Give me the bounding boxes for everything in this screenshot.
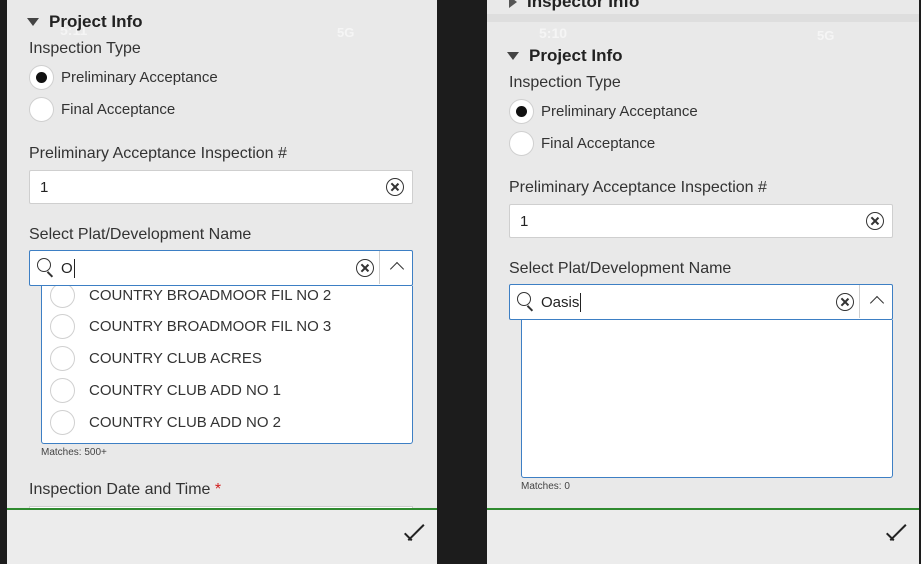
radio-selected-icon xyxy=(509,99,534,124)
inspection-number-value: 1 xyxy=(520,213,529,230)
list-item-label: COUNTRY CLUB ACRES xyxy=(89,349,262,367)
divider xyxy=(859,285,860,318)
plat-label: Select Plat/Development Name xyxy=(509,260,732,277)
radio-preliminary[interactable]: Preliminary Acceptance xyxy=(509,99,698,124)
plat-label: Select Plat/Development Name xyxy=(29,226,252,243)
clear-search-icon[interactable] xyxy=(356,259,374,277)
list-item[interactable]: COUNTRY BROADMOOR FIL NO 3 xyxy=(42,310,331,342)
list-item[interactable]: COUNTRY BROADMOOR FIL NO 2 xyxy=(42,286,331,311)
submit-bar xyxy=(7,508,437,564)
inspection-date-label: Inspection Date and Time * xyxy=(29,481,221,499)
radio-selected-icon xyxy=(29,65,54,90)
radio-preliminary[interactable]: Preliminary Acceptance xyxy=(29,65,218,90)
search-input[interactable]: O xyxy=(61,259,75,278)
list-item[interactable]: COUNTRY CLUB ACRES xyxy=(42,342,262,374)
section-title: Project Info xyxy=(49,12,143,31)
submit-bar xyxy=(487,508,919,564)
project-info-header[interactable]: Project Info xyxy=(7,12,143,32)
clear-icon[interactable] xyxy=(386,178,404,196)
radio-final[interactable]: Final Acceptance xyxy=(29,97,175,122)
submit-check-icon[interactable] xyxy=(883,524,907,546)
left-screen: 5:11 5G Project Info Inspection Type Pre… xyxy=(7,0,437,564)
prev-section-title: Inspector Info xyxy=(527,0,640,11)
inspector-info-header[interactable]: Inspector Info xyxy=(509,0,639,12)
required-mark: * xyxy=(214,481,222,498)
list-item[interactable]: COUNTRY CLUB ADD NO 2 xyxy=(42,406,281,438)
list-item-label: COUNTRY BROADMOOR FIL NO 3 xyxy=(89,317,332,335)
status-signal: 5G xyxy=(337,25,355,40)
inspection-number-label: Preliminary Acceptance Inspection # xyxy=(29,145,287,162)
matches-count: Matches: 500+ xyxy=(41,447,107,458)
results-list[interactable] xyxy=(521,320,893,478)
expand-triangle-icon xyxy=(509,0,517,8)
collapse-triangle-icon xyxy=(27,18,39,26)
chevron-up-icon[interactable] xyxy=(389,261,405,277)
clear-search-icon[interactable] xyxy=(836,293,854,311)
inspection-number-field[interactable]: 1 xyxy=(29,170,413,204)
list-item-label: COUNTRY BROADMOOR FIL NO 2 xyxy=(89,286,332,304)
inspection-date-label-text: Inspection Date and Time xyxy=(29,481,211,498)
radio-unselected-icon xyxy=(509,131,534,156)
radio-final[interactable]: Final Acceptance xyxy=(509,131,655,156)
list-item-label: COUNTRY CLUB ADD NO 1 xyxy=(89,381,281,399)
right-screen: Inspector Info 5:10 5G Project Info Insp… xyxy=(487,0,919,564)
inspection-type-label: Inspection Type xyxy=(509,74,621,91)
section-separator xyxy=(487,14,919,22)
search-icon xyxy=(37,258,55,278)
status-time: 5:10 xyxy=(539,25,568,41)
section-title: Project Info xyxy=(529,46,623,65)
search-input[interactable]: Oasis xyxy=(541,293,582,312)
search-icon xyxy=(517,292,535,312)
list-item[interactable]: COUNTRY CLUB ADD NO 1 xyxy=(42,374,281,406)
divider xyxy=(379,251,380,284)
inspection-number-value: 1 xyxy=(40,179,49,196)
clear-icon[interactable] xyxy=(866,212,884,230)
status-signal: 5G xyxy=(817,28,835,43)
radio-unselected-icon xyxy=(50,345,75,371)
radio-unselected-icon xyxy=(50,313,75,339)
radio-unselected-icon xyxy=(50,286,75,308)
inspection-number-label: Preliminary Acceptance Inspection # xyxy=(509,179,767,196)
plat-search-combobox[interactable]: O xyxy=(29,250,413,286)
submit-check-icon[interactable] xyxy=(401,524,425,546)
project-info-header[interactable]: Project Info xyxy=(487,46,623,66)
radio-label: Preliminary Acceptance xyxy=(541,103,698,120)
inspection-type-label: Inspection Type xyxy=(29,40,141,57)
matches-count: Matches: 0 xyxy=(521,481,570,492)
radio-label: Preliminary Acceptance xyxy=(61,69,218,86)
radio-unselected-icon xyxy=(29,97,54,122)
chevron-up-icon[interactable] xyxy=(869,295,885,311)
results-list[interactable]: COUNTRY BROADMOOR FIL NO 2 COUNTRY BROAD… xyxy=(41,286,413,444)
radio-label: Final Acceptance xyxy=(541,135,656,152)
collapse-triangle-icon xyxy=(507,52,519,60)
inspection-number-field[interactable]: 1 xyxy=(509,204,893,238)
radio-unselected-icon xyxy=(50,377,75,403)
radio-label: Final Acceptance xyxy=(61,101,176,118)
plat-search-combobox[interactable]: Oasis xyxy=(509,284,893,320)
radio-unselected-icon xyxy=(50,409,75,435)
list-item-label: COUNTRY CLUB ADD NO 2 xyxy=(89,413,281,431)
